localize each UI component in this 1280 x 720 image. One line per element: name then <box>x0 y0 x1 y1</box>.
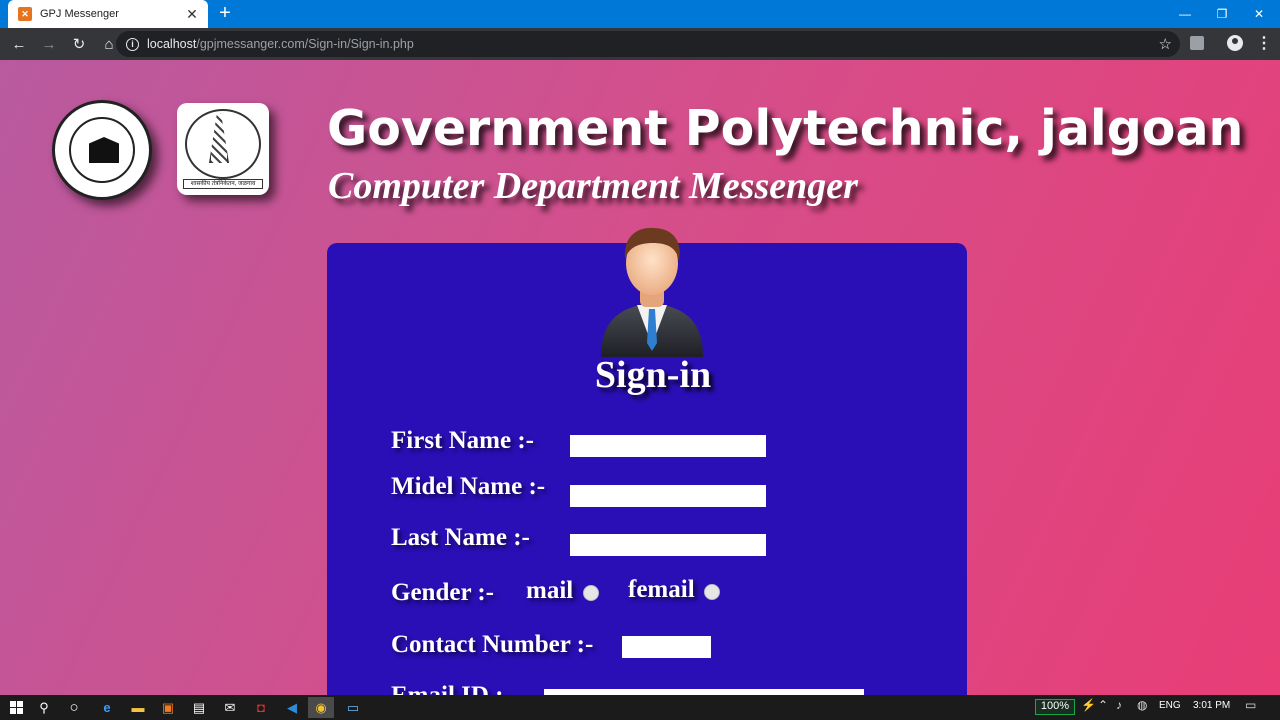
first-name-input[interactable] <box>570 435 766 457</box>
extension-icon[interactable] <box>1190 36 1204 50</box>
windows-taskbar: ⚲ ○ e ▬ ▣ ▤ ✉ ◘ ◀ ◉ ▭ 100% ⚡ ⌃ ♪ ◍ ENG 3… <box>0 695 1280 720</box>
bookmark-star-icon[interactable]: ☆ <box>1159 35 1172 53</box>
browser-menu-icon[interactable]: ⋮ <box>1256 33 1272 53</box>
tab-title: GPJ Messenger <box>40 8 119 20</box>
page-subtitle: Computer Department Messenger <box>328 165 858 207</box>
msbte-logo <box>52 100 152 200</box>
signin-heading: Sign-in <box>594 354 712 396</box>
book-emblem-icon <box>89 137 119 163</box>
url-path: /gpjmessanger.com/Sign-in/Sign-in.php <box>196 37 414 51</box>
gender-option-male-label: mail <box>526 577 574 604</box>
file-explorer-icon[interactable]: ▬ <box>125 697 151 718</box>
address-bar[interactable]: i localhost/gpjmessanger.com/Sign-in/Sig… <box>116 31 1180 57</box>
url-host: localhost <box>147 37 197 51</box>
minimize-button[interactable]: — <box>1167 0 1203 28</box>
page-title: Government Polytechnic, jalgoan <box>327 100 1244 157</box>
tray-chevron-icon[interactable]: ⌃ <box>1098 698 1108 712</box>
new-tab-button[interactable]: + <box>214 3 236 25</box>
store-icon[interactable]: ▤ <box>186 697 212 718</box>
last-name-input[interactable] <box>570 534 766 556</box>
cortana-icon[interactable]: ○ <box>61 697 87 718</box>
language-indicator[interactable]: ENG <box>1159 700 1181 711</box>
gender-label: Gender :- <box>391 579 494 606</box>
network-globe-icon[interactable]: ◍ <box>1137 698 1147 712</box>
power-plug-icon: ⚡ <box>1081 698 1096 712</box>
reload-button[interactable]: ↻ <box>66 31 92 57</box>
close-window-button[interactable]: ✕ <box>1241 0 1277 28</box>
site-info-icon[interactable]: i <box>126 37 139 51</box>
vscode-icon[interactable]: ◀ <box>279 697 305 718</box>
back-button[interactable]: ← <box>6 31 32 57</box>
contact-number-label: Contact Number :- <box>391 631 594 658</box>
xampp-favicon-icon: ✕ <box>18 7 32 21</box>
xampp-icon[interactable]: ▣ <box>155 697 181 718</box>
edge-icon[interactable]: e <box>94 697 120 718</box>
first-name-label: First Name :- <box>391 427 534 454</box>
maximize-button[interactable]: ❐ <box>1204 0 1240 28</box>
profile-avatar-icon[interactable] <box>1227 35 1243 51</box>
mail-icon[interactable]: ✉ <box>217 697 243 718</box>
tab-close-icon[interactable]: ✕ <box>184 6 200 23</box>
gender-female-radio[interactable] <box>704 584 720 600</box>
last-name-label: Last Name :- <box>391 524 530 551</box>
gpj-logo-caption: शासकीय तंत्रनिकेतन, जळगाव <box>183 179 263 189</box>
msbte-logo-inner-ring <box>69 117 135 183</box>
battery-indicator[interactable]: 100% <box>1035 699 1075 715</box>
start-button[interactable] <box>3 697 29 718</box>
volume-icon[interactable]: ♪ <box>1116 698 1122 712</box>
email-label: Email ID :- <box>391 682 512 695</box>
gender-option-female-label: femail <box>628 576 695 603</box>
search-icon[interactable]: ⚲ <box>31 697 57 718</box>
browser-toolbar: ← → ↻ ⌂ i localhost/gpjmessanger.com/Sig… <box>0 28 1280 60</box>
contact-number-input[interactable] <box>622 636 711 658</box>
forward-button[interactable]: → <box>36 31 62 57</box>
browser-tab[interactable]: ✕ GPJ Messenger ✕ <box>8 0 208 28</box>
middle-name-label: Midel Name :- <box>391 473 546 500</box>
clock[interactable]: 3:01 PM <box>1193 700 1230 711</box>
gpj-logo: शासकीय तंत्रनिकेतन, जळगाव <box>177 103 269 195</box>
chrome-taskbar-icon[interactable]: ◉ <box>308 697 334 718</box>
user-avatar-icon <box>601 227 703 357</box>
gender-male-radio[interactable] <box>583 585 599 601</box>
middle-name-input[interactable] <box>570 485 766 507</box>
windows-logo-icon <box>9 701 23 714</box>
app-window-icon[interactable]: ▭ <box>340 697 366 718</box>
browser-tab-strip: ✕ GPJ Messenger ✕ + — ❐ ✕ <box>0 0 1280 28</box>
notification-center-icon[interactable]: ▭ <box>1245 698 1256 712</box>
page-viewport: शासकीय तंत्रनिकेतन, जळगाव Government Pol… <box>0 60 1280 695</box>
mcafee-icon[interactable]: ◘ <box>248 697 274 718</box>
